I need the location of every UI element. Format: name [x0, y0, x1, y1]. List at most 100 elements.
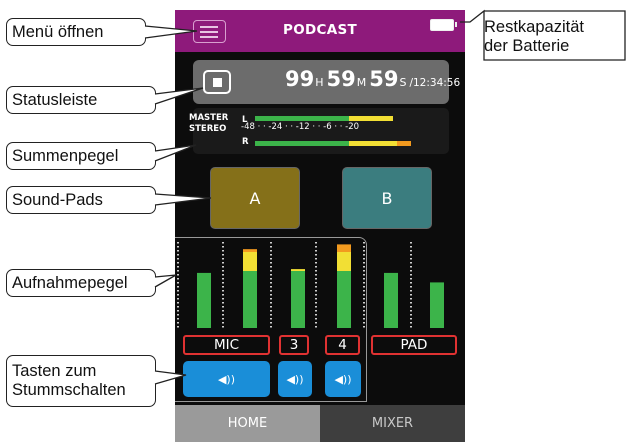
meter-tick [177, 254, 179, 256]
meter-tick [177, 306, 179, 308]
meter-tick [363, 302, 365, 304]
meter-tick [177, 286, 179, 288]
meter-tick [410, 306, 412, 308]
callout-status: Statusleiste [6, 86, 156, 114]
callout-sound-pads: Sound-Pads [6, 186, 156, 214]
meter-tick [177, 242, 179, 244]
meter-tick [177, 310, 179, 312]
channel-meter-green-2 [243, 271, 257, 328]
meter-tick [270, 318, 272, 320]
channel-meter-yellow-3 [291, 269, 305, 271]
speaker-icon: ◀)) [286, 372, 304, 386]
meter-tick [270, 254, 272, 256]
meter-tick [270, 314, 272, 316]
meter-tick [177, 326, 179, 328]
meter-tick [270, 322, 272, 324]
meter-tick [363, 286, 365, 288]
meter-tick [410, 314, 412, 316]
mute-button-4[interactable]: ◀)) [325, 361, 361, 397]
meter-tick [363, 298, 365, 300]
meter-tick [315, 278, 317, 280]
device-screen: PODCAST 99H 59M 59S/12:34:56 MASTER STEREO… [175, 10, 465, 442]
meter-tick [177, 250, 179, 252]
meter-tick [270, 298, 272, 300]
callout-menu: Menü öffnen [6, 18, 146, 46]
meter-tick [363, 294, 365, 296]
meter-tick [222, 298, 224, 300]
meter-tick [363, 258, 365, 260]
meter-tick [410, 266, 412, 268]
channel-meter-orange-4 [337, 244, 351, 252]
channel-meter-green-4 [337, 271, 351, 328]
mute-button-mic[interactable]: ◀)) [183, 361, 270, 397]
callout-battery: Restkapazität der Batterie [484, 18, 584, 55]
meter-tick [222, 274, 224, 276]
meter-tick [222, 322, 224, 324]
meter-tick [270, 278, 272, 280]
tab-mixer[interactable]: MIXER [320, 405, 465, 442]
meter-tick [363, 254, 365, 256]
meter-tick [363, 310, 365, 312]
meter-tick [315, 282, 317, 284]
meter-tick [270, 294, 272, 296]
meter-tick [410, 290, 412, 292]
meter-tick [410, 274, 412, 276]
meter-tick [410, 322, 412, 324]
meter-tick [270, 310, 272, 312]
meter-tick [315, 254, 317, 256]
speaker-icon: ◀)) [334, 372, 352, 386]
channel-meter-green-3 [291, 271, 305, 328]
channel-label-4: 4 [325, 335, 360, 355]
meter-tick [270, 266, 272, 268]
callout-mute: Tasten zum Stummschalten [6, 355, 156, 407]
meter-tick [363, 278, 365, 280]
meter-tick [315, 306, 317, 308]
meter-tick [363, 282, 365, 284]
meter-tick [177, 314, 179, 316]
meter-tick [270, 290, 272, 292]
callout-sum-meter: Summenpegel [6, 142, 156, 170]
meter-tick [315, 266, 317, 268]
channel-meter-green-5 [384, 272, 398, 328]
channel-meter-yellow-2 [243, 252, 257, 271]
tab-home[interactable]: HOME [175, 405, 320, 442]
meter-tick [270, 302, 272, 304]
channel-label-pad: PAD [371, 335, 457, 355]
meter-tick [222, 302, 224, 304]
meter-tick [410, 242, 412, 244]
meter-tick [410, 250, 412, 252]
callout-rec-level: Aufnahmepegel [6, 269, 156, 297]
meter-tick [222, 318, 224, 320]
meter-tick [363, 262, 365, 264]
meter-tick [177, 322, 179, 324]
meter-tick [177, 262, 179, 264]
meter-tick [363, 274, 365, 276]
meter-tick [410, 278, 412, 280]
meter-tick [177, 302, 179, 304]
meter-tick [363, 270, 365, 272]
meter-tick [315, 290, 317, 292]
meter-tick [177, 298, 179, 300]
meter-tick [315, 322, 317, 324]
meter-tick [315, 310, 317, 312]
meter-tick [222, 258, 224, 260]
meter-tick [177, 270, 179, 272]
meter-tick [315, 298, 317, 300]
meter-tick [315, 326, 317, 328]
meter-tick [177, 294, 179, 296]
meter-tick [315, 314, 317, 316]
meter-tick [363, 306, 365, 308]
meter-tick [222, 242, 224, 244]
meter-tick [270, 286, 272, 288]
meter-tick [410, 246, 412, 248]
meter-tick [410, 294, 412, 296]
meter-tick [222, 306, 224, 308]
meter-tick [222, 262, 224, 264]
meter-tick [177, 246, 179, 248]
meter-tick [270, 282, 272, 284]
meter-tick [222, 266, 224, 268]
meter-tick [315, 302, 317, 304]
meter-tick [410, 302, 412, 304]
mute-button-3[interactable]: ◀)) [278, 361, 312, 397]
meter-tick [270, 262, 272, 264]
